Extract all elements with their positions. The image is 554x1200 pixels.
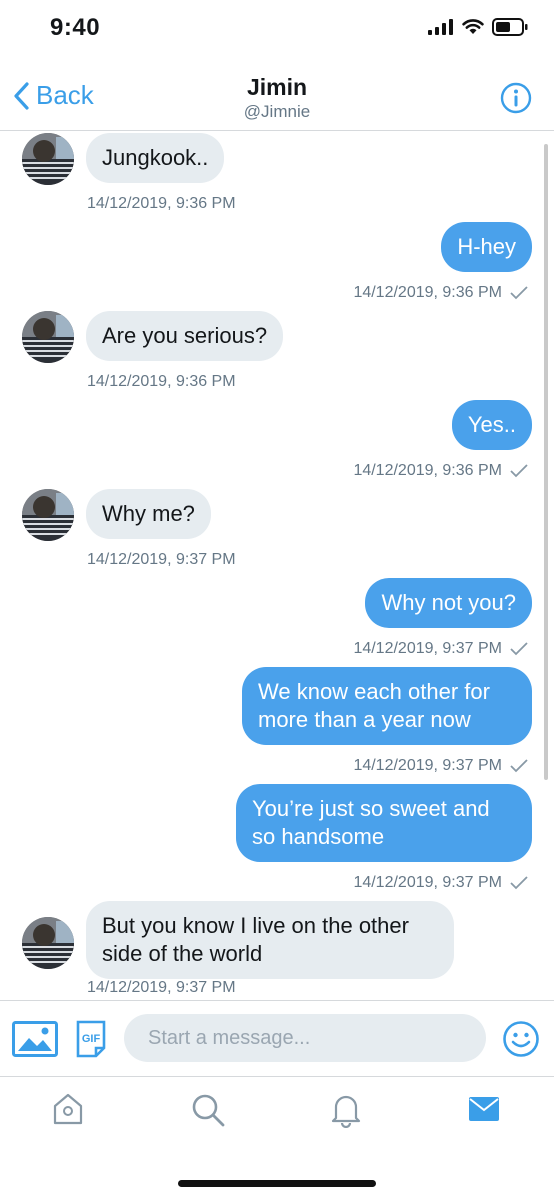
scrollbar[interactable]: [544, 144, 548, 780]
image-icon: [12, 1021, 58, 1057]
avatar-image: [22, 489, 74, 541]
tab-notifications[interactable]: [330, 1092, 362, 1133]
info-button[interactable]: [500, 82, 532, 119]
message-bubble[interactable]: Why not you?: [365, 578, 532, 628]
home-indicator[interactable]: [178, 1180, 376, 1187]
message-bubble[interactable]: You’re just so sweet and so handsome: [236, 784, 532, 862]
message-timestamp: 14/12/2019, 9:37 PM: [353, 757, 502, 774]
check-icon: [510, 642, 528, 656]
conversation-header: Back Jimin @Jimnie: [0, 60, 554, 131]
bell-icon: [331, 1095, 361, 1129]
message-thread[interactable]: Jungkook.. 14/12/2019, 9:36 PM H-hey 14/…: [0, 131, 554, 999]
message-timestamp: 14/12/2019, 9:37 PM: [353, 640, 502, 657]
check-icon: [510, 759, 528, 773]
emoji-button[interactable]: [502, 1020, 540, 1063]
signal-icon: [428, 19, 453, 35]
emoji-icon: [503, 1021, 539, 1057]
message-bubble[interactable]: Yes..: [451, 400, 532, 450]
mail-icon: [469, 1097, 499, 1121]
message-timestamp: 14/12/2019, 9:37 PM: [353, 874, 502, 891]
gif-label: GIF: [82, 1033, 101, 1045]
avatar-image: [22, 311, 74, 363]
message-bubble[interactable]: H-hey: [441, 222, 532, 272]
battery-icon: [492, 18, 528, 36]
tab-home[interactable]: [52, 1092, 84, 1131]
message-timestamp: 14/12/2019, 9:36 PM: [353, 284, 502, 301]
message-timestamp: 14/12/2019, 9:36 PM: [353, 462, 502, 479]
info-icon: [500, 82, 532, 114]
message-bubble[interactable]: We know each other for more than a year …: [242, 667, 532, 745]
status-bar: 9:40: [0, 0, 554, 60]
avatar[interactable]: [22, 133, 74, 185]
message-bubble[interactable]: Are you serious?: [86, 311, 284, 361]
avatar[interactable]: [22, 917, 74, 969]
avatar[interactable]: [22, 489, 74, 541]
message-timestamp: 14/12/2019, 9:37 PM: [87, 979, 236, 996]
status-time: 9:40: [50, 14, 101, 41]
avatar[interactable]: [22, 311, 74, 363]
message-bubble[interactable]: Jungkook..: [86, 133, 225, 183]
conversation-name[interactable]: Jimin: [0, 74, 554, 101]
check-icon: [510, 286, 528, 300]
avatar-image: [22, 133, 74, 185]
search-icon: [192, 1094, 225, 1127]
tab-messages[interactable]: [468, 1096, 500, 1127]
message-timestamp: 14/12/2019, 9:37 PM: [87, 551, 236, 568]
home-icon: [53, 1093, 83, 1125]
tab-search[interactable]: [190, 1092, 226, 1133]
message-timestamp: 14/12/2019, 9:36 PM: [87, 195, 236, 212]
message-timestamp: 14/12/2019, 9:36 PM: [87, 373, 236, 390]
gif-icon: GIF: [76, 1020, 106, 1058]
add-gif-button[interactable]: GIF: [76, 1020, 106, 1063]
message-bubble[interactable]: Why me?: [86, 489, 211, 539]
wifi-icon: [462, 19, 484, 34]
check-icon: [510, 876, 528, 890]
message-input[interactable]: [124, 1014, 486, 1062]
message-bubble[interactable]: But you know I live on the other side of…: [86, 901, 454, 979]
add-photo-button[interactable]: [12, 1021, 58, 1062]
status-icons: [428, 18, 528, 36]
message-composer: GIF: [0, 1000, 554, 1077]
check-icon: [510, 464, 528, 478]
avatar-image: [22, 917, 74, 969]
conversation-handle: @Jimnie: [243, 102, 311, 121]
